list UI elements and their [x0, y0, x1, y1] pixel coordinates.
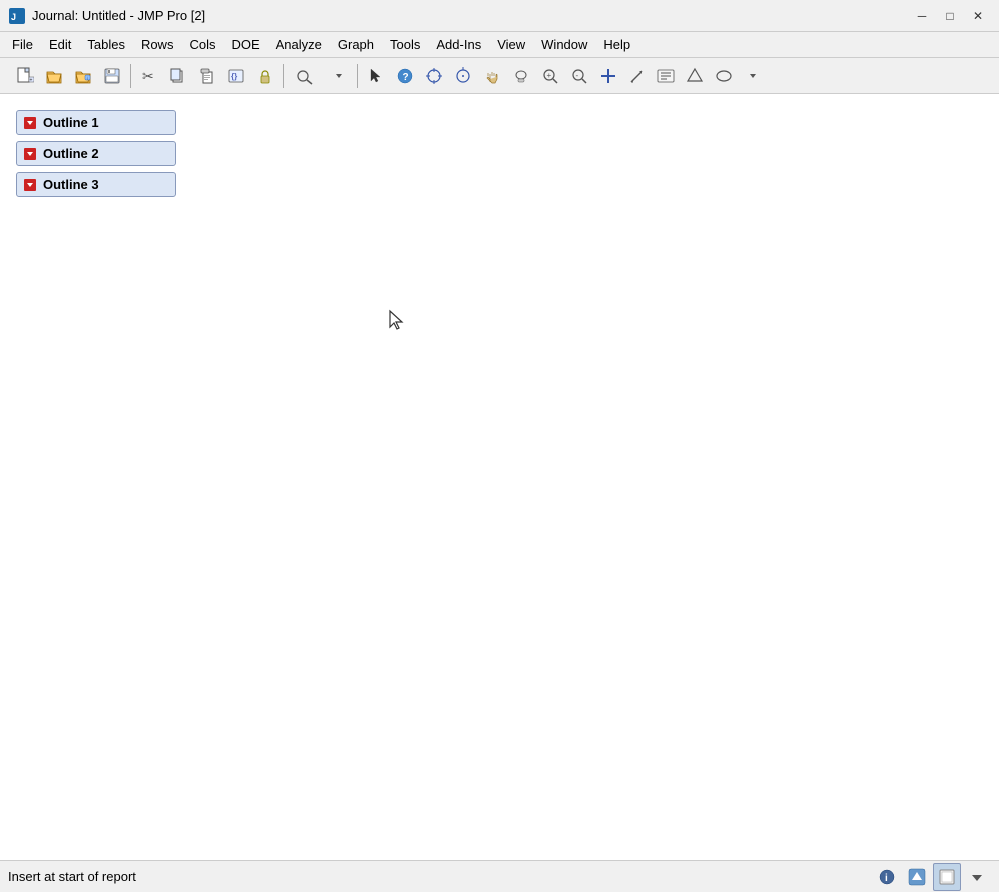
svg-text:↓: ↓ — [86, 75, 89, 81]
outline-2-label: Outline 2 — [43, 146, 99, 161]
oval-button[interactable] — [710, 62, 738, 90]
menu-edit[interactable]: Edit — [41, 35, 79, 54]
info-button[interactable]: i — [873, 863, 901, 891]
window-title: Journal: Untitled - JMP Pro [2] — [32, 8, 909, 23]
crosshair-button[interactable] — [420, 62, 448, 90]
svg-text:+: + — [547, 71, 552, 80]
hand-button[interactable] — [478, 62, 506, 90]
menu-view[interactable]: View — [489, 35, 533, 54]
lock-button[interactable] — [251, 62, 279, 90]
cursor-indicator — [388, 309, 408, 336]
save-button[interactable] — [98, 62, 126, 90]
svg-text:J: J — [11, 12, 16, 22]
menu-graph[interactable]: Graph — [330, 35, 382, 54]
menu-window[interactable]: Window — [533, 35, 595, 54]
window-controls: ─ □ ✕ — [909, 5, 991, 27]
open-recent-button[interactable]: ↓ — [69, 62, 97, 90]
up-button[interactable] — [903, 863, 931, 891]
search-dropdown[interactable] — [325, 62, 353, 90]
select-tool-button[interactable] — [362, 62, 390, 90]
svg-text:+: + — [30, 77, 33, 83]
zoom-out-button[interactable]: - — [565, 62, 593, 90]
svg-text:-: - — [576, 71, 579, 80]
menu-help[interactable]: Help — [595, 35, 638, 54]
svg-text:?: ? — [403, 72, 409, 83]
add-button[interactable] — [594, 62, 622, 90]
menu-tools[interactable]: Tools — [382, 35, 428, 54]
help-tool-button[interactable]: ? — [391, 62, 419, 90]
close-button[interactable]: ✕ — [965, 5, 991, 27]
title-bar: J Journal: Untitled - JMP Pro [2] ─ □ ✕ — [0, 0, 999, 32]
toolbar: + ↓ ✂ {} ? — [0, 58, 999, 94]
main-content: Outline 1 Outline 2 Outline 3 — [0, 94, 999, 860]
app-icon: J — [8, 7, 26, 25]
brush-button[interactable] — [507, 62, 535, 90]
status-icons: i — [873, 863, 991, 891]
toolbar-drag-handle — [2, 62, 8, 90]
status-text: Insert at start of report — [8, 869, 873, 884]
more-button[interactable] — [739, 62, 767, 90]
lasso-button[interactable] — [449, 62, 477, 90]
paste-button[interactable] — [193, 62, 221, 90]
new-button[interactable]: + — [11, 62, 39, 90]
cut-button[interactable]: ✂ — [135, 62, 163, 90]
menu-tables[interactable]: Tables — [79, 35, 133, 54]
outline-1-label: Outline 1 — [43, 115, 99, 130]
menu-file[interactable]: File — [4, 35, 41, 54]
copy-button[interactable] — [164, 62, 192, 90]
svg-text:i: i — [885, 873, 888, 884]
outline-3-arrow — [23, 178, 37, 192]
svg-text:{}: {} — [231, 72, 237, 81]
menu-analyze[interactable]: Analyze — [268, 35, 330, 54]
menu-rows[interactable]: Rows — [133, 35, 182, 54]
outline-2-button[interactable]: Outline 2 — [16, 141, 176, 166]
svg-text:✂: ✂ — [142, 68, 154, 84]
outline-2-arrow — [23, 147, 37, 161]
open-button[interactable] — [40, 62, 68, 90]
script-button[interactable]: {} — [222, 62, 250, 90]
outline-3-button[interactable]: Outline 3 — [16, 172, 176, 197]
dropdown-button[interactable] — [963, 863, 991, 891]
shape-button[interactable] — [681, 62, 709, 90]
minimize-button[interactable]: ─ — [909, 5, 935, 27]
separator-3 — [357, 64, 358, 88]
menu-bar: File Edit Tables Rows Cols DOE Analyze G… — [0, 32, 999, 58]
maximize-button[interactable]: □ — [937, 5, 963, 27]
view-button[interactable] — [933, 863, 961, 891]
text-button[interactable] — [652, 62, 680, 90]
menu-addins[interactable]: Add-Ins — [428, 35, 489, 54]
menu-cols[interactable]: Cols — [181, 35, 223, 54]
search-button[interactable] — [288, 62, 324, 90]
separator-1 — [130, 64, 131, 88]
separator-2 — [283, 64, 284, 88]
outline-1-arrow — [23, 116, 37, 130]
outline-1-button[interactable]: Outline 1 — [16, 110, 176, 135]
magnify-button[interactable]: + — [536, 62, 564, 90]
status-bar: Insert at start of report i — [0, 860, 999, 892]
annotate-button[interactable] — [623, 62, 651, 90]
outline-3-label: Outline 3 — [43, 177, 99, 192]
menu-doe[interactable]: DOE — [223, 35, 267, 54]
